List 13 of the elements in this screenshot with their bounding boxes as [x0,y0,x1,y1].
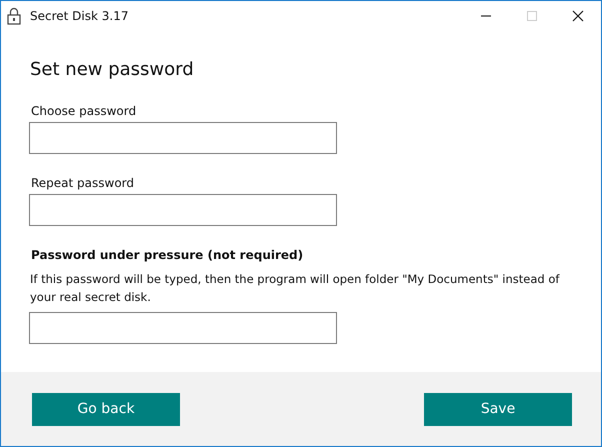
field-label: Password under pressure (not required) [31,248,304,262]
back-button[interactable]: Go back [32,392,180,426]
page-heading: Set new password [30,59,195,80]
save-button[interactable]: Save [424,392,572,426]
close-icon[interactable] [572,10,584,22]
field-label: Repeat password [31,176,136,190]
field-label: Choose password [31,104,138,118]
field-note: If this password will be typed, then the program will open folder "My Documents" instead of your real secret disk. [30,271,561,306]
window-title: Secret Disk 3.17 [30,8,128,22]
padlock-icon [7,6,21,24]
password-field[interactable] [29,194,337,226]
password-field[interactable] [29,312,337,344]
password-field[interactable] [29,122,337,154]
